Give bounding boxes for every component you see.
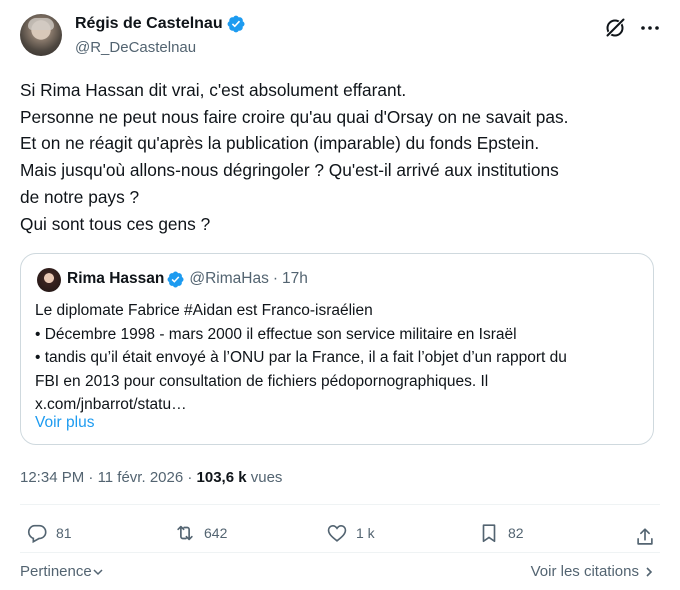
chevron-down-icon	[93, 568, 103, 575]
retweet-button[interactable]: 642	[174, 522, 227, 544]
like-button[interactable]: 1 k	[326, 522, 375, 544]
quote-separator: ·	[272, 270, 278, 287]
grok-icon[interactable]	[604, 17, 626, 39]
chevron-right-icon	[646, 566, 653, 577]
views-count: 103,6 k	[196, 469, 247, 486]
tweet-text: Si Rima Hassan dit vrai, c'est absolumen…	[20, 77, 660, 237]
quote-author-avatar[interactable]	[37, 268, 61, 292]
quote-line: • Décembre 1998 - mars 2000 il effectue …	[35, 325, 517, 343]
tweet-line: Personne ne peut nous faire croire qu'au…	[20, 106, 569, 127]
reply-button[interactable]: 81	[26, 522, 72, 544]
sort-dropdown[interactable]: Pertinence	[20, 563, 104, 580]
action-bar: 81 642 1 k 82	[20, 522, 660, 552]
like-icon	[327, 525, 347, 542]
retweet-icon	[177, 525, 193, 541]
tweet-line: Et on ne réagit qu'après la publication …	[20, 133, 540, 154]
tweet-line: Mais jusqu'où allons-nous dégringoler ? …	[20, 160, 559, 181]
tweet-line: Si Rima Hassan dit vrai, c'est absolumen…	[20, 80, 407, 100]
quote-author-name[interactable]: Rima Hassan	[67, 270, 164, 288]
tweet-time[interactable]: 12:34 PM	[20, 469, 84, 486]
tweet-date[interactable]: 11 févr. 2026	[98, 469, 184, 486]
view-quotes-link[interactable]: Voir les citations	[531, 563, 656, 580]
tweet-meta: 12:34 PM · 11 févr. 2026 · 103,6 k vues	[20, 469, 282, 486]
reply-icon	[27, 524, 47, 544]
divider	[20, 552, 660, 553]
quote-line: x.com/jnbarrot/statu…	[35, 396, 187, 413]
more-icon[interactable]	[640, 21, 660, 35]
bookmark-button[interactable]: 82	[478, 522, 524, 544]
quote-header: Rima Hassan @RimaHas · 17h	[67, 270, 308, 288]
sort-label: Pertinence	[20, 563, 92, 580]
quote-line: • tandis qu’il était envoyé à l’ONU par …	[35, 349, 567, 366]
quote-text: Le diplomate Fabrice #Aidan est Franco-i…	[35, 299, 645, 417]
verified-badge-icon[interactable]	[227, 15, 245, 33]
share-button[interactable]	[634, 526, 656, 548]
tweet-line: Qui sont tous ces gens ?	[20, 213, 211, 234]
view-quotes-label: Voir les citations	[530, 563, 639, 580]
quote-timestamp[interactable]: 17h	[282, 270, 308, 288]
tweet-line: de notre pays ?	[20, 186, 140, 207]
quoted-tweet[interactable]: Rima Hassan @RimaHas · 17h Le diplomate …	[20, 253, 654, 445]
author-avatar[interactable]	[20, 14, 62, 56]
tweet: Régis de Castelnau @R_DeCastelnau Si Rim…	[0, 0, 680, 590]
author-handle[interactable]: @R_DeCastelnau	[75, 39, 196, 56]
like-count: 1 k	[356, 525, 375, 541]
meta-separator: ·	[187, 469, 197, 486]
quote-line: FBI en 2013 pour consultation de fichier…	[35, 372, 489, 390]
divider	[20, 504, 660, 505]
verified-badge-icon	[167, 271, 184, 287]
show-more-link[interactable]: Voir plus	[35, 414, 94, 432]
meta-separator: ·	[88, 469, 98, 486]
quote-line: Le diplomate Fabrice #Aidan est Franco-i…	[35, 302, 373, 319]
author-name[interactable]: Régis de Castelnau	[75, 15, 223, 33]
quote-author-handle: @RimaHas	[189, 270, 269, 287]
retweet-count: 642	[204, 525, 228, 541]
bookmark-count: 82	[508, 525, 524, 541]
share-icon	[637, 528, 653, 545]
reply-count: 81	[56, 525, 72, 541]
author-name-row: Régis de Castelnau	[75, 15, 245, 33]
bookmark-icon	[482, 524, 496, 543]
views-label: vues	[250, 469, 283, 486]
